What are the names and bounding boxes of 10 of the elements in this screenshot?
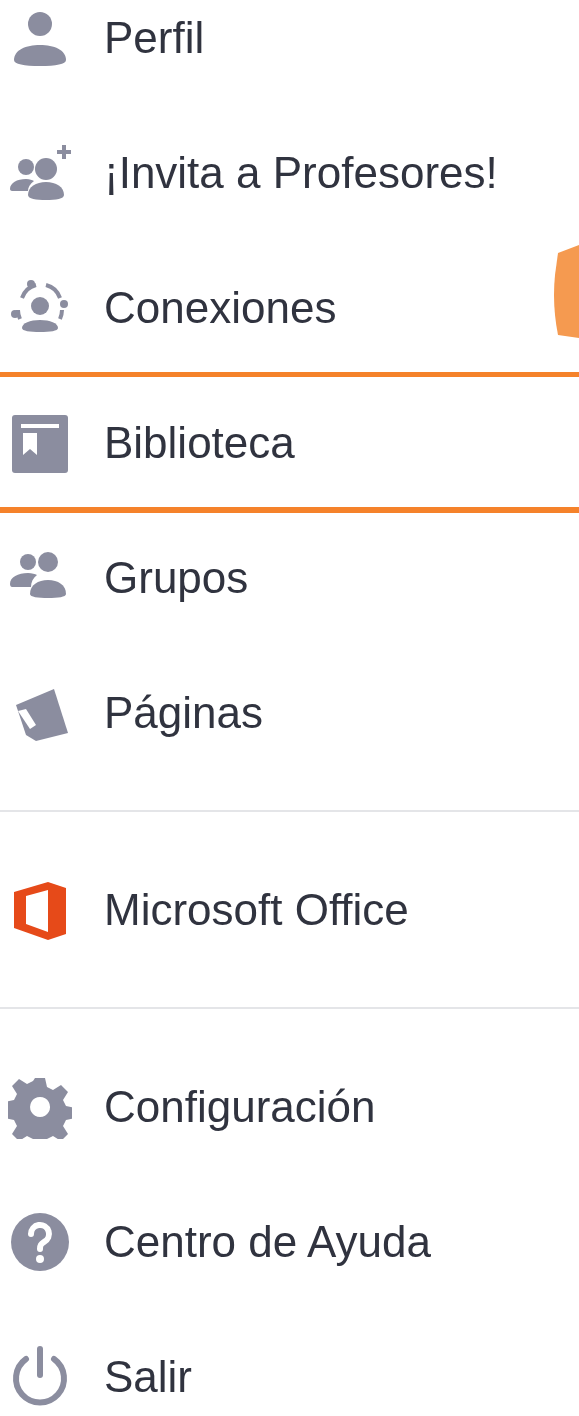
menu-item[interactable]: Microsoft Office xyxy=(0,842,579,977)
menu-item[interactable]: Configuración xyxy=(0,1039,579,1174)
menu-item[interactable]: Perfil xyxy=(0,0,579,105)
menu-item[interactable]: Conexiones xyxy=(0,240,579,375)
menu-item[interactable]: ¡Invita a Profesores! xyxy=(0,105,579,240)
menu-item[interactable]: Grupos xyxy=(0,510,579,645)
menu-item[interactable]: Centro de Ayuda xyxy=(0,1174,579,1309)
menu-item[interactable]: Páginas xyxy=(0,645,579,780)
menu-item[interactable]: Salir xyxy=(0,1309,579,1416)
menu-item[interactable]: Biblioteca xyxy=(0,375,579,510)
